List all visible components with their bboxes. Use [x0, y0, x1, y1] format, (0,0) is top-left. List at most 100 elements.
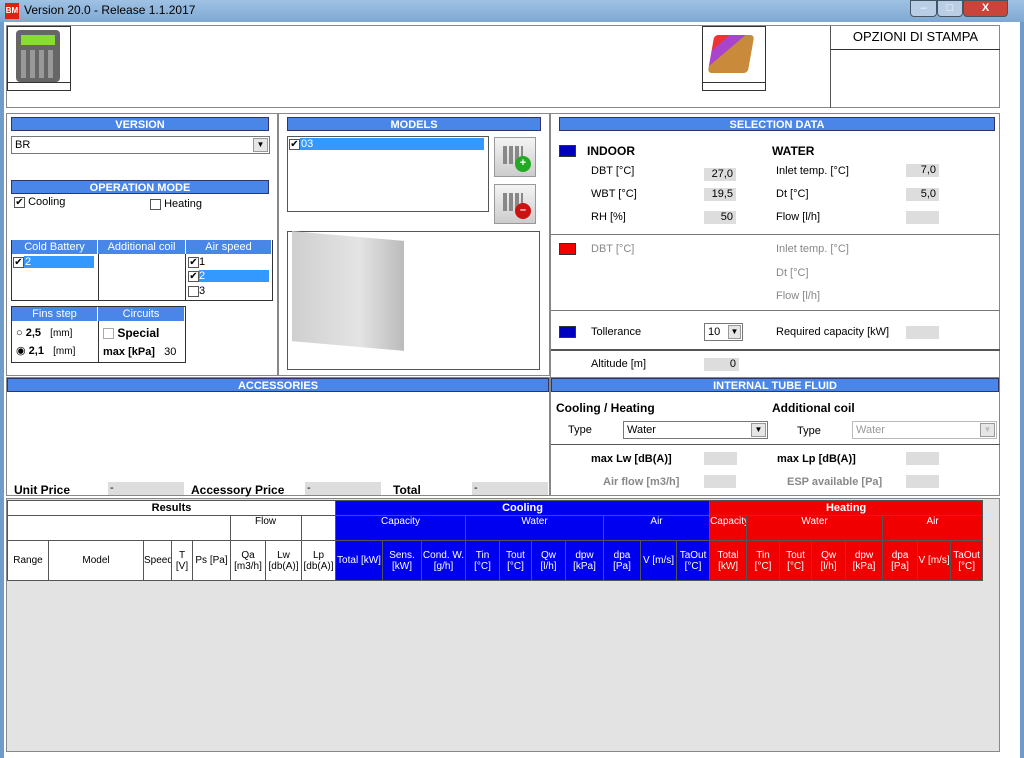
unit-price-value: -: [108, 482, 184, 495]
unit-price-label: Unit Price: [14, 483, 71, 497]
window-title: Version 20.0 - Release 1.1.2017: [24, 3, 196, 17]
total-price-value: -: [472, 482, 548, 495]
accessories-panel: [6, 377, 550, 496]
air-flow-input[interactable]: [704, 475, 736, 488]
esp-label: ESP available [Pa]: [787, 476, 883, 488]
fins-radio-2-1[interactable]: ◉ 2,1 [mm]: [16, 344, 75, 357]
column-header[interactable]: Sens. [kW]: [382, 540, 422, 581]
special-checkbox[interactable]: Special: [103, 326, 159, 340]
print-options-panel: OPZIONI DI STAMPA: [830, 26, 1000, 108]
tolerance-label: Tollerance: [591, 326, 642, 338]
flow-input[interactable]: [906, 211, 939, 224]
fins-step-header: Fins step: [12, 307, 98, 321]
cooling-water-subheader: Water: [465, 515, 604, 541]
column-header[interactable]: T [V]: [171, 540, 193, 581]
column-header[interactable]: Total [kW]: [335, 540, 383, 581]
wbt-label: WBT [°C]: [591, 188, 637, 200]
close-button[interactable]: X: [963, 0, 1008, 17]
column-header[interactable]: Range: [7, 540, 49, 581]
column-header[interactable]: Model: [48, 540, 144, 581]
column-header[interactable]: Tout [°C]: [779, 540, 813, 581]
heating-color-swatch: [559, 243, 576, 255]
column-header[interactable]: dpw [kPa]: [565, 540, 604, 581]
selection-header: SELECTION DATA: [559, 117, 995, 131]
open-folder-button[interactable]: [702, 26, 766, 91]
column-header[interactable]: Tin [°C]: [746, 540, 781, 581]
operation-mode-header: OPERATION MODE: [11, 180, 269, 194]
checkbox-unchecked[interactable]: [150, 198, 161, 210]
add-model-button[interactable]: +: [494, 137, 536, 177]
column-header[interactable]: TaOut [°C]: [675, 540, 711, 581]
heating-water-subheader: Water: [746, 515, 884, 541]
column-header[interactable]: V [m/s]: [640, 540, 677, 581]
max-lp-input[interactable]: [906, 452, 939, 465]
additional-coil-label: Additional coil: [772, 401, 855, 415]
dbt-input[interactable]: 27,0: [704, 168, 736, 181]
esp-input[interactable]: [906, 475, 939, 488]
max-lw-label: max Lw [dB(A)]: [591, 453, 672, 465]
maximize-button[interactable]: □: [937, 0, 963, 17]
minus-icon: –: [515, 203, 531, 219]
rh-input[interactable]: 50: [704, 211, 736, 224]
column-header[interactable]: dpa [Pa]: [603, 540, 641, 581]
cold-battery-item[interactable]: ✔ 2: [13, 256, 98, 268]
altitude-input[interactable]: 0: [704, 358, 739, 371]
column-header[interactable]: Lp [db(A)]: [301, 540, 336, 581]
column-header[interactable]: Lw [db(A)]: [265, 540, 302, 581]
calculator-button[interactable]: [7, 26, 71, 91]
inlet-temp-input[interactable]: 7,0: [906, 164, 939, 177]
wbt-input[interactable]: 19,5: [704, 188, 736, 201]
fluid-type-select[interactable]: Water ▼: [623, 421, 768, 439]
cooling-group-header: Cooling: [334, 500, 711, 516]
column-header[interactable]: TaOut [°C]: [950, 540, 984, 581]
column-header[interactable]: dpw [kPa]: [845, 540, 884, 581]
version-select[interactable]: BR ▼: [11, 136, 270, 154]
column-header[interactable]: Qw [l/h]: [531, 540, 566, 581]
altitude-label: Altitude [m]: [591, 358, 647, 370]
heating-group-header: Heating: [709, 500, 984, 516]
air-speed-item-3[interactable]: 3: [188, 285, 272, 297]
dt-input[interactable]: 5,0: [906, 188, 939, 201]
column-header[interactable]: Ps [Pa]: [192, 540, 231, 581]
column-header[interactable]: Tout [°C]: [499, 540, 532, 581]
column-header[interactable]: Cond. W. [g/h]: [421, 540, 466, 581]
accessory-price-label: Accessory Price: [191, 483, 285, 497]
fluid-header: INTERNAL TUBE FLUID: [551, 378, 999, 392]
column-header[interactable]: Qa [m3/h]: [230, 540, 266, 581]
air-speed-item-2[interactable]: ✔2: [188, 270, 272, 282]
flow-label: Flow [l/h]: [776, 211, 821, 223]
rh-label: RH [%]: [591, 211, 626, 223]
required-capacity-input[interactable]: [906, 326, 939, 339]
column-header[interactable]: Speed: [143, 540, 172, 581]
column-header[interactable]: Tin [°C]: [465, 540, 500, 581]
circuits-header: Circuits: [98, 307, 185, 321]
type-label: Type: [568, 424, 592, 436]
checkbox-checked[interactable]: ✔: [14, 196, 25, 208]
max-lw-input[interactable]: [704, 452, 737, 465]
fins-radio-2-5[interactable]: ○ 2,5 [mm]: [16, 327, 72, 339]
column-header[interactable]: dpa [Pa]: [882, 540, 919, 581]
air-speed-item-1[interactable]: ✔1: [188, 256, 272, 268]
minimize-button[interactable]: –: [910, 0, 937, 17]
results-group-header: Results: [7, 500, 336, 516]
plus-icon: +: [515, 156, 531, 172]
results-table: Results Cooling Heating Flow Capacity Wa…: [7, 500, 984, 581]
type-label-2: Type: [797, 425, 821, 437]
print-options-button[interactable]: OPZIONI DI STAMPA: [831, 26, 1000, 50]
heating-checkbox[interactable]: Heating: [150, 198, 202, 210]
tolerance-select[interactable]: 10 ▼: [704, 323, 743, 341]
model-item[interactable]: ✔ 03: [289, 138, 487, 150]
tolerance-color-swatch: [559, 326, 576, 338]
additional-fluid-type-select[interactable]: Water ▼: [852, 421, 997, 439]
additional-coil-list[interactable]: [98, 254, 186, 300]
column-header[interactable]: Qw [l/h]: [811, 540, 847, 581]
cooling-checkbox[interactable]: ✔ Cooling: [14, 196, 65, 208]
max-lp-label: max Lp [dB(A)]: [777, 453, 856, 465]
max-kpa-value: 30: [164, 346, 177, 358]
model-image: [287, 231, 540, 370]
models-list[interactable]: ✔ 03: [287, 136, 489, 212]
column-header[interactable]: V [m/s]: [917, 540, 952, 581]
column-header[interactable]: Total [kW]: [709, 540, 748, 581]
remove-model-button[interactable]: –: [494, 184, 536, 224]
cooling-air-subheader: Air: [602, 515, 711, 541]
